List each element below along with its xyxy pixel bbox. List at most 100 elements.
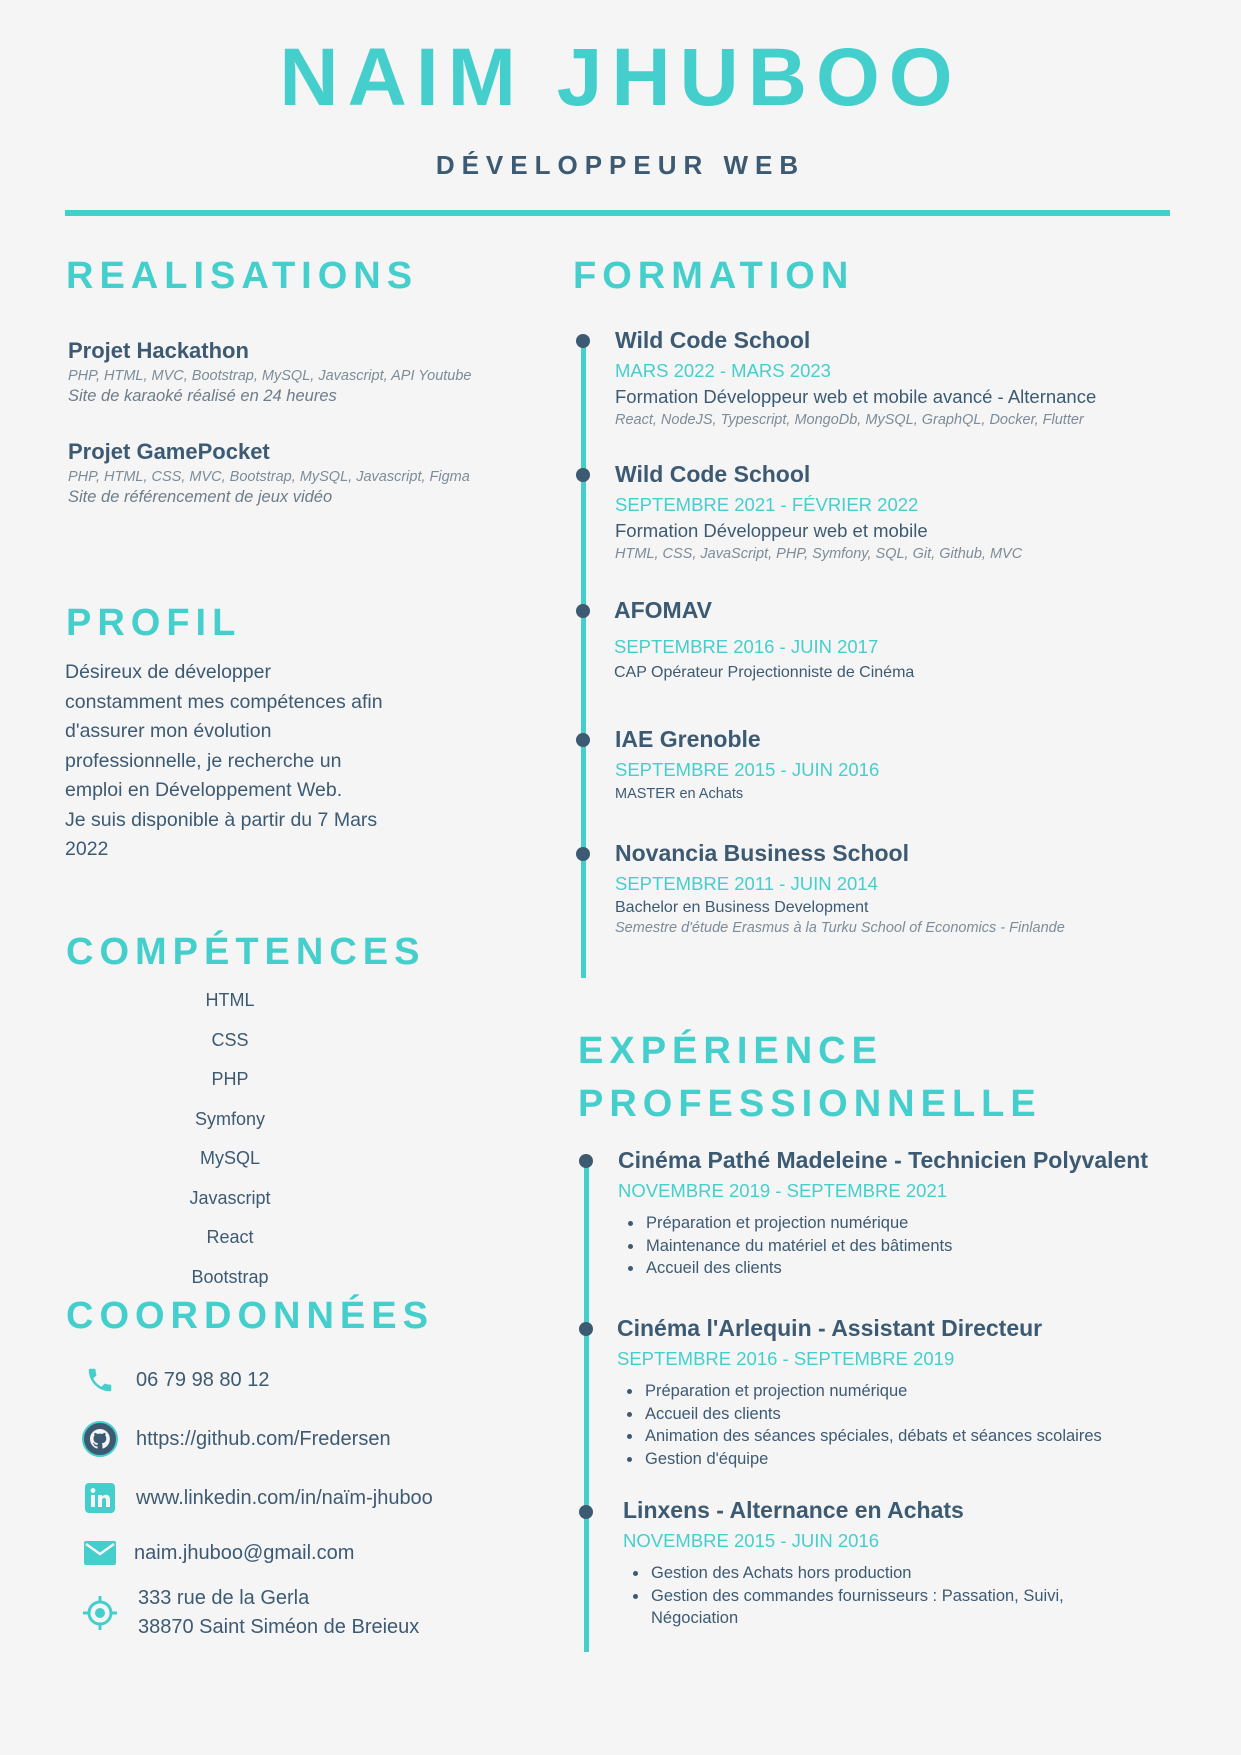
experience-bullet: Gestion des commandes fournisseurs : Pas… xyxy=(649,1585,1143,1630)
phone-number: 06 79 98 80 12 xyxy=(136,1368,270,1391)
linkedin-link[interactable]: www.linkedin.com/in/naïm-jhuboo xyxy=(136,1487,433,1510)
contact-github: https://github.com/Fredersen xyxy=(80,1419,391,1459)
formation-item: Wild Code School SEPTEMBRE 2021 - FÉVRIE… xyxy=(615,461,1022,562)
address-line: 38870 Saint Siméon de Breieux xyxy=(138,1616,420,1638)
formation-dates: SEPTEMBRE 2016 - JUIN 2017 xyxy=(614,636,879,657)
formation-school: IAE Grenoble xyxy=(615,726,761,752)
experience-bullet: Gestion d'équipe xyxy=(643,1448,1102,1471)
formation-school: Wild Code School xyxy=(615,327,811,353)
formation-timeline xyxy=(581,340,586,978)
formation-dates: MARS 2022 - MARS 2023 xyxy=(615,360,831,381)
timeline-dot xyxy=(576,334,590,348)
experience-bullet: Préparation et projection numérique xyxy=(644,1212,1148,1235)
profil-line: constamment mes compétences afin xyxy=(65,690,383,713)
skill-item: HTML xyxy=(205,990,255,1010)
profil-line: 2022 xyxy=(65,838,109,860)
formation-diploma: Bachelor en Business Development xyxy=(615,899,869,916)
formation-school: Novancia Business School xyxy=(615,840,909,866)
competences-heading: COMPÉTENCES xyxy=(66,931,426,973)
contact-phone: 06 79 98 80 12 xyxy=(80,1360,269,1400)
experience-bullets: Préparation et projection numérique Main… xyxy=(618,1212,1148,1280)
skill-item: MySQL xyxy=(199,1148,260,1168)
formation-dates: SEPTEMBRE 2011 - JUIN 2014 xyxy=(615,873,878,894)
formation-diploma: MASTER en Achats xyxy=(615,786,744,802)
profil-line: professionnelle, je recherche un xyxy=(65,749,342,772)
realisation-item: Projet Hackathon PHP, HTML, MVC, Bootstr… xyxy=(68,338,471,406)
experience-item: Cinéma l'Arlequin - Assistant Directeur … xyxy=(617,1315,1102,1470)
experience-bullet: Maintenance du matériel et des bâtiments xyxy=(644,1235,1148,1258)
experience-bullets: Gestion des Achats hors production Gesti… xyxy=(623,1562,1143,1630)
timeline-dot xyxy=(579,1154,593,1168)
skill-item: Symfony xyxy=(194,1108,266,1129)
formation-details: HTML, CSS, JavaScript, PHP, Symfony, SQL… xyxy=(615,546,1023,562)
email-address[interactable]: naim.jhuboo@gmail.com xyxy=(134,1542,354,1565)
formation-item: AFOMAV SEPTEMBRE 2016 - JUIN 2017 CAP Op… xyxy=(614,597,914,682)
realisation-title: Projet Hackathon xyxy=(68,338,249,363)
skill-item: CSS xyxy=(211,1029,249,1050)
realisation-item: Projet GamePocket PHP, HTML, CSS, MVC, B… xyxy=(68,439,470,507)
formation-diploma: CAP Opérateur Projectionniste de Cinéma xyxy=(614,664,915,681)
experience-heading-line2: PROFESSIONNELLE xyxy=(578,1083,1042,1125)
skill-item: Javascript xyxy=(189,1187,271,1208)
contact-address: 333 rue de la Gerla 38870 Saint Siméon d… xyxy=(80,1584,419,1642)
realisation-tech: PHP, HTML, MVC, Bootstrap, MySQL, Javasc… xyxy=(68,368,472,384)
profil-line: Désireux de développer xyxy=(65,661,271,683)
formation-school: AFOMAV xyxy=(614,597,712,623)
profil-heading: PROFIL xyxy=(66,602,242,644)
formation-item: Wild Code School MARS 2022 - MARS 2023 F… xyxy=(615,327,1096,428)
timeline-dot xyxy=(579,1322,593,1336)
formation-details: Semestre d'étude Erasmus à la Turku Scho… xyxy=(615,920,1065,936)
experience-bullet: Accueil des clients xyxy=(644,1257,1148,1280)
location-target-icon xyxy=(80,1593,120,1633)
formation-item: Novancia Business School SEPTEMBRE 2011 … xyxy=(615,840,1065,936)
linkedin-icon xyxy=(80,1478,120,1518)
formation-heading: FORMATION xyxy=(573,255,855,297)
formation-diploma: Formation Développeur web et mobile xyxy=(615,520,928,541)
candidate-name: NAIM JHUBOO xyxy=(279,32,962,123)
profil-line: d'assurer mon évolution xyxy=(65,720,272,742)
contact-email: naim.jhuboo@gmail.com xyxy=(80,1533,354,1573)
experience-bullet: Préparation et projection numérique xyxy=(643,1380,1102,1403)
experience-dates: NOVEMBRE 2019 - SEPTEMBRE 2021 xyxy=(618,1180,948,1201)
experience-bullet: Gestion des Achats hors production xyxy=(649,1562,1143,1585)
realisation-desc: Site de karaoké réalisé en 24 heures xyxy=(68,387,337,405)
realisations-heading: REALISATIONS xyxy=(66,255,419,297)
contact-linkedin: www.linkedin.com/in/naïm-jhuboo xyxy=(80,1478,433,1518)
coordonnees-heading: COORDONNÉES xyxy=(66,1295,434,1337)
skill-item: PHP xyxy=(211,1069,249,1089)
timeline-dot xyxy=(576,468,590,482)
mail-icon xyxy=(80,1533,120,1573)
realisation-tech: PHP, HTML, CSS, MVC, Bootstrap, MySQL, J… xyxy=(68,469,470,485)
experience-dates: NOVEMBRE 2015 - JUIN 2016 xyxy=(623,1530,880,1551)
skills-list: HTML CSS PHP Symfony MySQL Javascript Re… xyxy=(130,985,330,1301)
formation-item: IAE Grenoble SEPTEMBRE 2015 - JUIN 2016 … xyxy=(615,726,879,802)
formation-details: React, NodeJS, Typescript, MongoDb, MySQ… xyxy=(615,412,1084,428)
profil-text: Désireux de développer constamment mes c… xyxy=(65,658,485,865)
github-icon xyxy=(80,1419,120,1459)
experience-item: Cinéma Pathé Madeleine - Technicien Poly… xyxy=(618,1147,1148,1280)
experience-item: Linxens - Alternance en Achats NOVEMBRE … xyxy=(623,1497,1143,1630)
job-title: DÉVELOPPEUR WEB xyxy=(435,150,806,180)
experience-title: Cinéma l'Arlequin - Assistant Directeur xyxy=(617,1315,1043,1341)
experience-bullet: Accueil des clients xyxy=(643,1403,1102,1426)
profil-line: Je suis disponible à partir du 7 Mars xyxy=(65,808,378,831)
profil-line: emploi en Développement Web. xyxy=(65,779,343,801)
experience-timeline xyxy=(584,1160,589,1652)
header-divider xyxy=(65,210,1170,216)
formation-school: Wild Code School xyxy=(615,461,811,487)
phone-icon xyxy=(80,1360,120,1400)
timeline-dot xyxy=(579,1505,593,1519)
timeline-dot xyxy=(576,847,590,861)
formation-dates: SEPTEMBRE 2015 - JUIN 2016 xyxy=(615,759,880,780)
realisation-desc: Site de référencement de jeux vidéo xyxy=(68,488,333,506)
experience-heading-line1: EXPÉRIENCE xyxy=(578,1030,883,1072)
formation-dates: SEPTEMBRE 2021 - FÉVRIER 2022 xyxy=(615,494,919,515)
experience-title: Linxens - Alternance en Achats xyxy=(623,1497,964,1523)
realisation-title: Projet GamePocket xyxy=(68,439,270,464)
experience-dates: SEPTEMBRE 2016 - SEPTEMBRE 2019 xyxy=(617,1348,955,1369)
address-line: 333 rue de la Gerla xyxy=(138,1587,310,1609)
timeline-dot xyxy=(576,733,590,747)
formation-diploma: Formation Développeur web et mobile avan… xyxy=(615,386,1097,407)
timeline-dot xyxy=(576,604,590,618)
github-link[interactable]: https://github.com/Fredersen xyxy=(136,1428,391,1451)
